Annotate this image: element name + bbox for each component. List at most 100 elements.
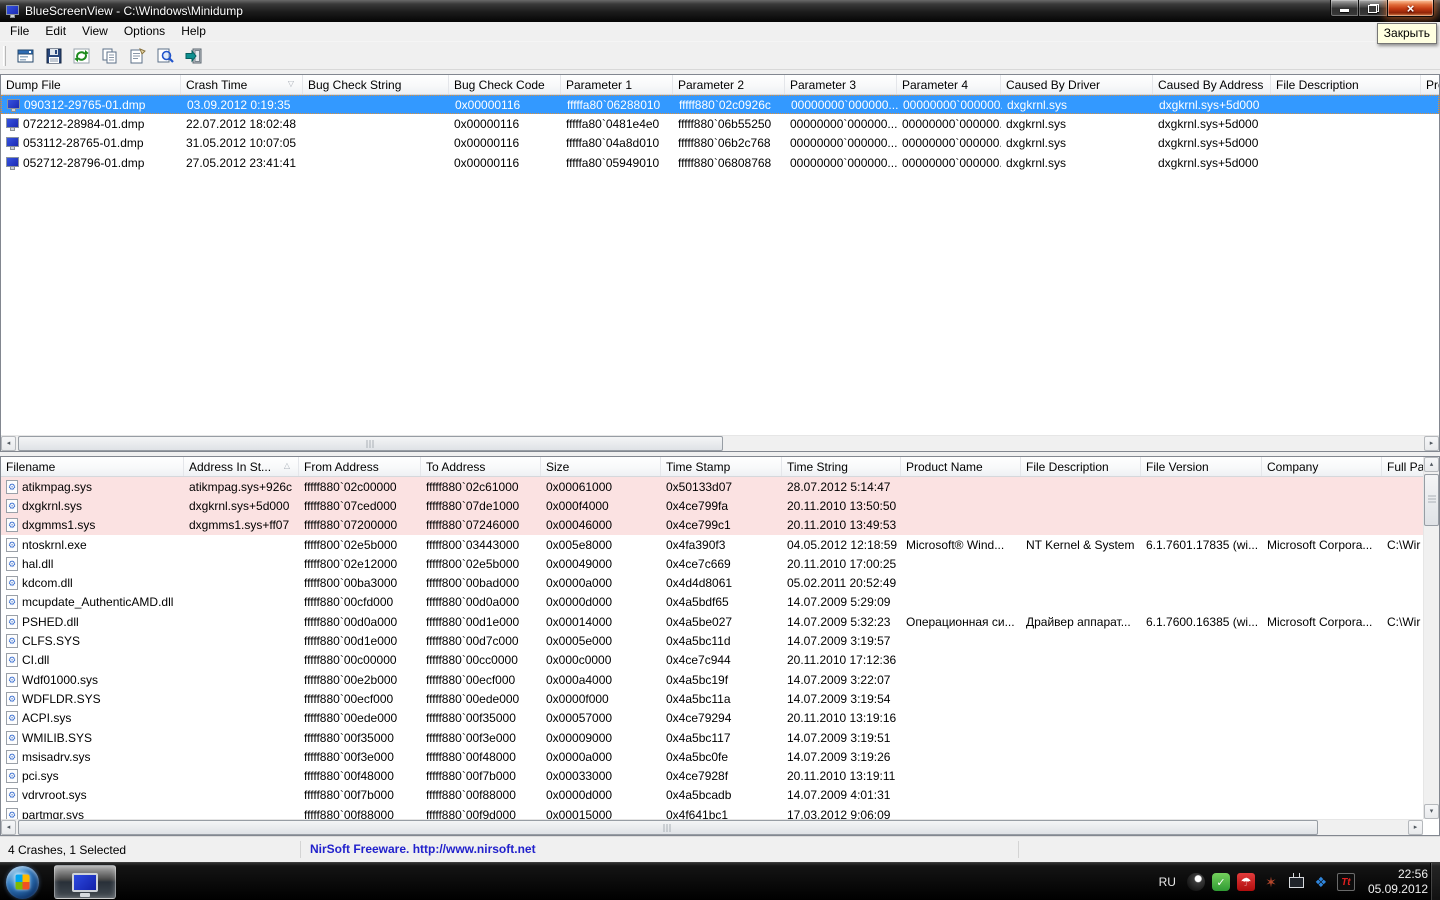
column-header-to-address[interactable]: To Address — [421, 457, 541, 476]
table-row[interactable]: 090312-29765-01.dmp 03.09.2012 0:19:35 0x0… — [1, 95, 1439, 115]
driver-list-hscrollbar[interactable]: ◂ ▸ — [1, 819, 1423, 835]
table-cell: 0x000a4000 — [546, 672, 613, 687]
column-header-dump-file[interactable]: Dump File — [1, 75, 181, 94]
table-row[interactable]: ⚙ CLFS.SYS fffff880`00d1e000 fffff880`00d7c… — [1, 631, 1423, 650]
table-cell: ⚙ msisadrv.sys — [6, 749, 91, 764]
column-header-caused-by-driver[interactable]: Caused By Driver — [1001, 75, 1153, 94]
table-cell — [1262, 631, 1382, 650]
table-row[interactable]: ⚙ hal.dll fffff800`02e12000 fffff800`02e5b0… — [1, 554, 1423, 573]
column-header-size[interactable]: Size — [541, 457, 661, 476]
table-row[interactable]: ⚙ WDFLDR.SYS fffff880`00ecf000 fffff880`00e… — [1, 689, 1423, 708]
avira-icon[interactable]: ☂ — [1236, 873, 1255, 891]
menu-item-help[interactable]: Help — [173, 22, 214, 41]
table-cell — [1262, 805, 1382, 819]
table-row[interactable]: ⚙ PSHED.dll fffff880`00d0a000 fffff880`00d1… — [1, 612, 1423, 631]
column-header-full-pa[interactable]: Full Pa — [1382, 457, 1423, 476]
table-row[interactable]: 072212-28984-01.dmp 22.07.2012 18:02:48 0x… — [1, 114, 1439, 133]
menu-item-options[interactable]: Options — [116, 22, 173, 41]
steam-icon[interactable] — [1186, 873, 1205, 891]
column-header-bug-check-code[interactable]: Bug Check Code — [449, 75, 561, 94]
tt-monitor-icon[interactable]: Tt — [1336, 873, 1355, 891]
hscroll-thumb[interactable] — [18, 436, 723, 451]
table-cell: 0x00057000 — [546, 711, 613, 726]
column-header-file-description[interactable]: File Description — [1021, 457, 1141, 476]
table-row[interactable]: ⚙ Wdf01000.sys fffff880`00e2b000 fffff880`0… — [1, 670, 1423, 689]
scroll-up-icon[interactable]: ▴ — [1424, 457, 1439, 472]
column-header-time-stamp[interactable]: Time Stamp — [661, 457, 782, 476]
column-header-prod[interactable]: Prod — [1421, 75, 1439, 94]
column-header-time-string[interactable]: Time String — [782, 457, 901, 476]
scroll-right-icon[interactable]: ▸ — [1408, 820, 1423, 835]
column-header-filename[interactable]: Filename — [1, 457, 184, 476]
table-row[interactable]: ⚙ vdrvroot.sys fffff880`00f7b000 fffff880`0… — [1, 786, 1423, 805]
table-row[interactable]: ⚙ atikmpag.sys atikmpag.sys+926c fffff880`0… — [1, 477, 1423, 497]
table-row[interactable]: ⚙ mcupdate_AuthenticAMD.dll fffff880`00cfd… — [1, 593, 1423, 612]
scroll-left-icon[interactable]: ◂ — [1, 436, 16, 451]
close-button[interactable]: × — [1387, 0, 1434, 17]
table-row[interactable]: ⚙ msisadrv.sys fffff880`00f3e000 fffff880`0… — [1, 747, 1423, 766]
advanced-options-button[interactable] — [14, 45, 37, 67]
find-button[interactable] — [154, 45, 177, 67]
status-nirsoft-link[interactable]: NirSoft Freeware. http://www.nirsoft.net — [310, 842, 536, 856]
crash-list-hscrollbar[interactable]: ◂ ▸ — [1, 435, 1439, 451]
properties-button[interactable] — [126, 45, 149, 67]
driver-file-icon: ⚙ — [6, 518, 18, 533]
hscroll-thumb[interactable] — [18, 820, 1318, 835]
column-header-file-version[interactable]: File Version — [1141, 457, 1262, 476]
table-cell — [1262, 593, 1382, 612]
desktop: BlueScreenView - C:\Windows\Minidump × З… — [0, 0, 1440, 900]
menu-item-view[interactable]: View — [74, 22, 116, 41]
bug-icon[interactable]: ✶ — [1262, 873, 1280, 891]
refresh-button[interactable] — [70, 45, 93, 67]
show-desktop-button[interactable] — [1430, 863, 1440, 900]
column-header-product-name[interactable]: Product Name — [901, 457, 1021, 476]
scroll-down-icon[interactable]: ▾ — [1424, 804, 1439, 819]
table-row[interactable]: ⚙ ntoskrnl.exe fffff800`02e5b000 fffff800`0… — [1, 535, 1423, 554]
table-row[interactable]: 053112-28765-01.dmp 31.05.2012 10:07:05 0x… — [1, 134, 1439, 153]
table-row[interactable]: ⚙ dxgkrnl.sys dxgkrnl.sys+5d000 fffff880`07… — [1, 496, 1423, 516]
column-header-crash-time[interactable]: Crash Time ▽ — [181, 75, 303, 94]
menu-item-edit[interactable]: Edit — [37, 22, 74, 41]
table-cell: 090312-29765-01.dmp — [2, 96, 182, 113]
antivirus-shield-icon[interactable]: ✓ — [1211, 873, 1230, 891]
table-cell: 28.07.2012 5:14:47 — [787, 479, 891, 494]
table-row[interactable]: ⚙ pci.sys fffff880`00f48000 fffff880`00f7b0… — [1, 766, 1423, 785]
copy-button[interactable] — [98, 45, 121, 67]
minimize-button[interactable] — [1330, 0, 1359, 17]
column-header-company[interactable]: Company — [1262, 457, 1382, 476]
column-header-parameter-4[interactable]: Parameter 4 — [897, 75, 1001, 94]
column-header-parameter-2[interactable]: Parameter 2 — [673, 75, 785, 94]
driver-list-vscrollbar[interactable]: ▴ ▾ — [1423, 457, 1439, 819]
molecule-icon[interactable]: ❖ — [1312, 873, 1330, 891]
language-indicator[interactable]: RU — [1155, 875, 1180, 889]
table-row[interactable]: ⚙ ACPI.sys fffff880`00ede000 fffff880`00f35… — [1, 709, 1423, 728]
menu-item-file[interactable]: File — [2, 22, 37, 41]
column-header-caused-by-address[interactable]: Caused By Address — [1153, 75, 1271, 94]
table-cell: ⚙ CI.dll — [6, 653, 50, 668]
column-header-address-in-st-[interactable]: Address In St... △ — [184, 457, 299, 476]
column-header-file-description[interactable]: File Description — [1271, 75, 1421, 94]
column-header-from-address[interactable]: From Address — [299, 457, 421, 476]
table-row[interactable]: 052712-28796-01.dmp 27.05.2012 23:41:41 0x… — [1, 153, 1439, 172]
save-button[interactable] — [42, 45, 65, 67]
table-cell — [1271, 153, 1421, 172]
title-bar[interactable]: BlueScreenView - C:\Windows\Minidump × — [0, 0, 1440, 22]
table-row[interactable]: ⚙ CI.dll fffff880`00c00000 fffff880`00cc000… — [1, 651, 1423, 670]
scroll-right-icon[interactable]: ▸ — [1424, 436, 1439, 451]
taskbar-item-bluescreenview[interactable] — [54, 865, 116, 899]
exit-button[interactable] — [182, 45, 205, 67]
clock[interactable]: 22:56 05.09.2012 — [1368, 867, 1428, 897]
start-button[interactable] — [6, 866, 39, 899]
table-row[interactable]: ⚙ kdcom.dll fffff800`00ba3000 fffff800`00ba… — [1, 573, 1423, 592]
table-row[interactable]: ⚙ dxgmms1.sys dxgmms1.sys+ff07 fffff880`072… — [1, 515, 1423, 535]
column-header-parameter-1[interactable]: Parameter 1 — [561, 75, 673, 94]
table-row[interactable]: ⚙ WMILIB.SYS fffff880`00f35000 fffff880`00f… — [1, 728, 1423, 747]
scroll-left-icon[interactable]: ◂ — [1, 820, 16, 835]
table-cell — [303, 134, 449, 153]
table-row[interactable]: ⚙ partmgr.sys fffff880`00f88000 fffff880`00… — [1, 805, 1423, 819]
vscroll-thumb[interactable] — [1424, 474, 1439, 526]
column-header-parameter-3[interactable]: Parameter 3 — [785, 75, 897, 94]
network-icon[interactable] — [1287, 873, 1305, 891]
restore-button[interactable] — [1359, 0, 1387, 17]
column-header-bug-check-string[interactable]: Bug Check String — [303, 75, 449, 94]
